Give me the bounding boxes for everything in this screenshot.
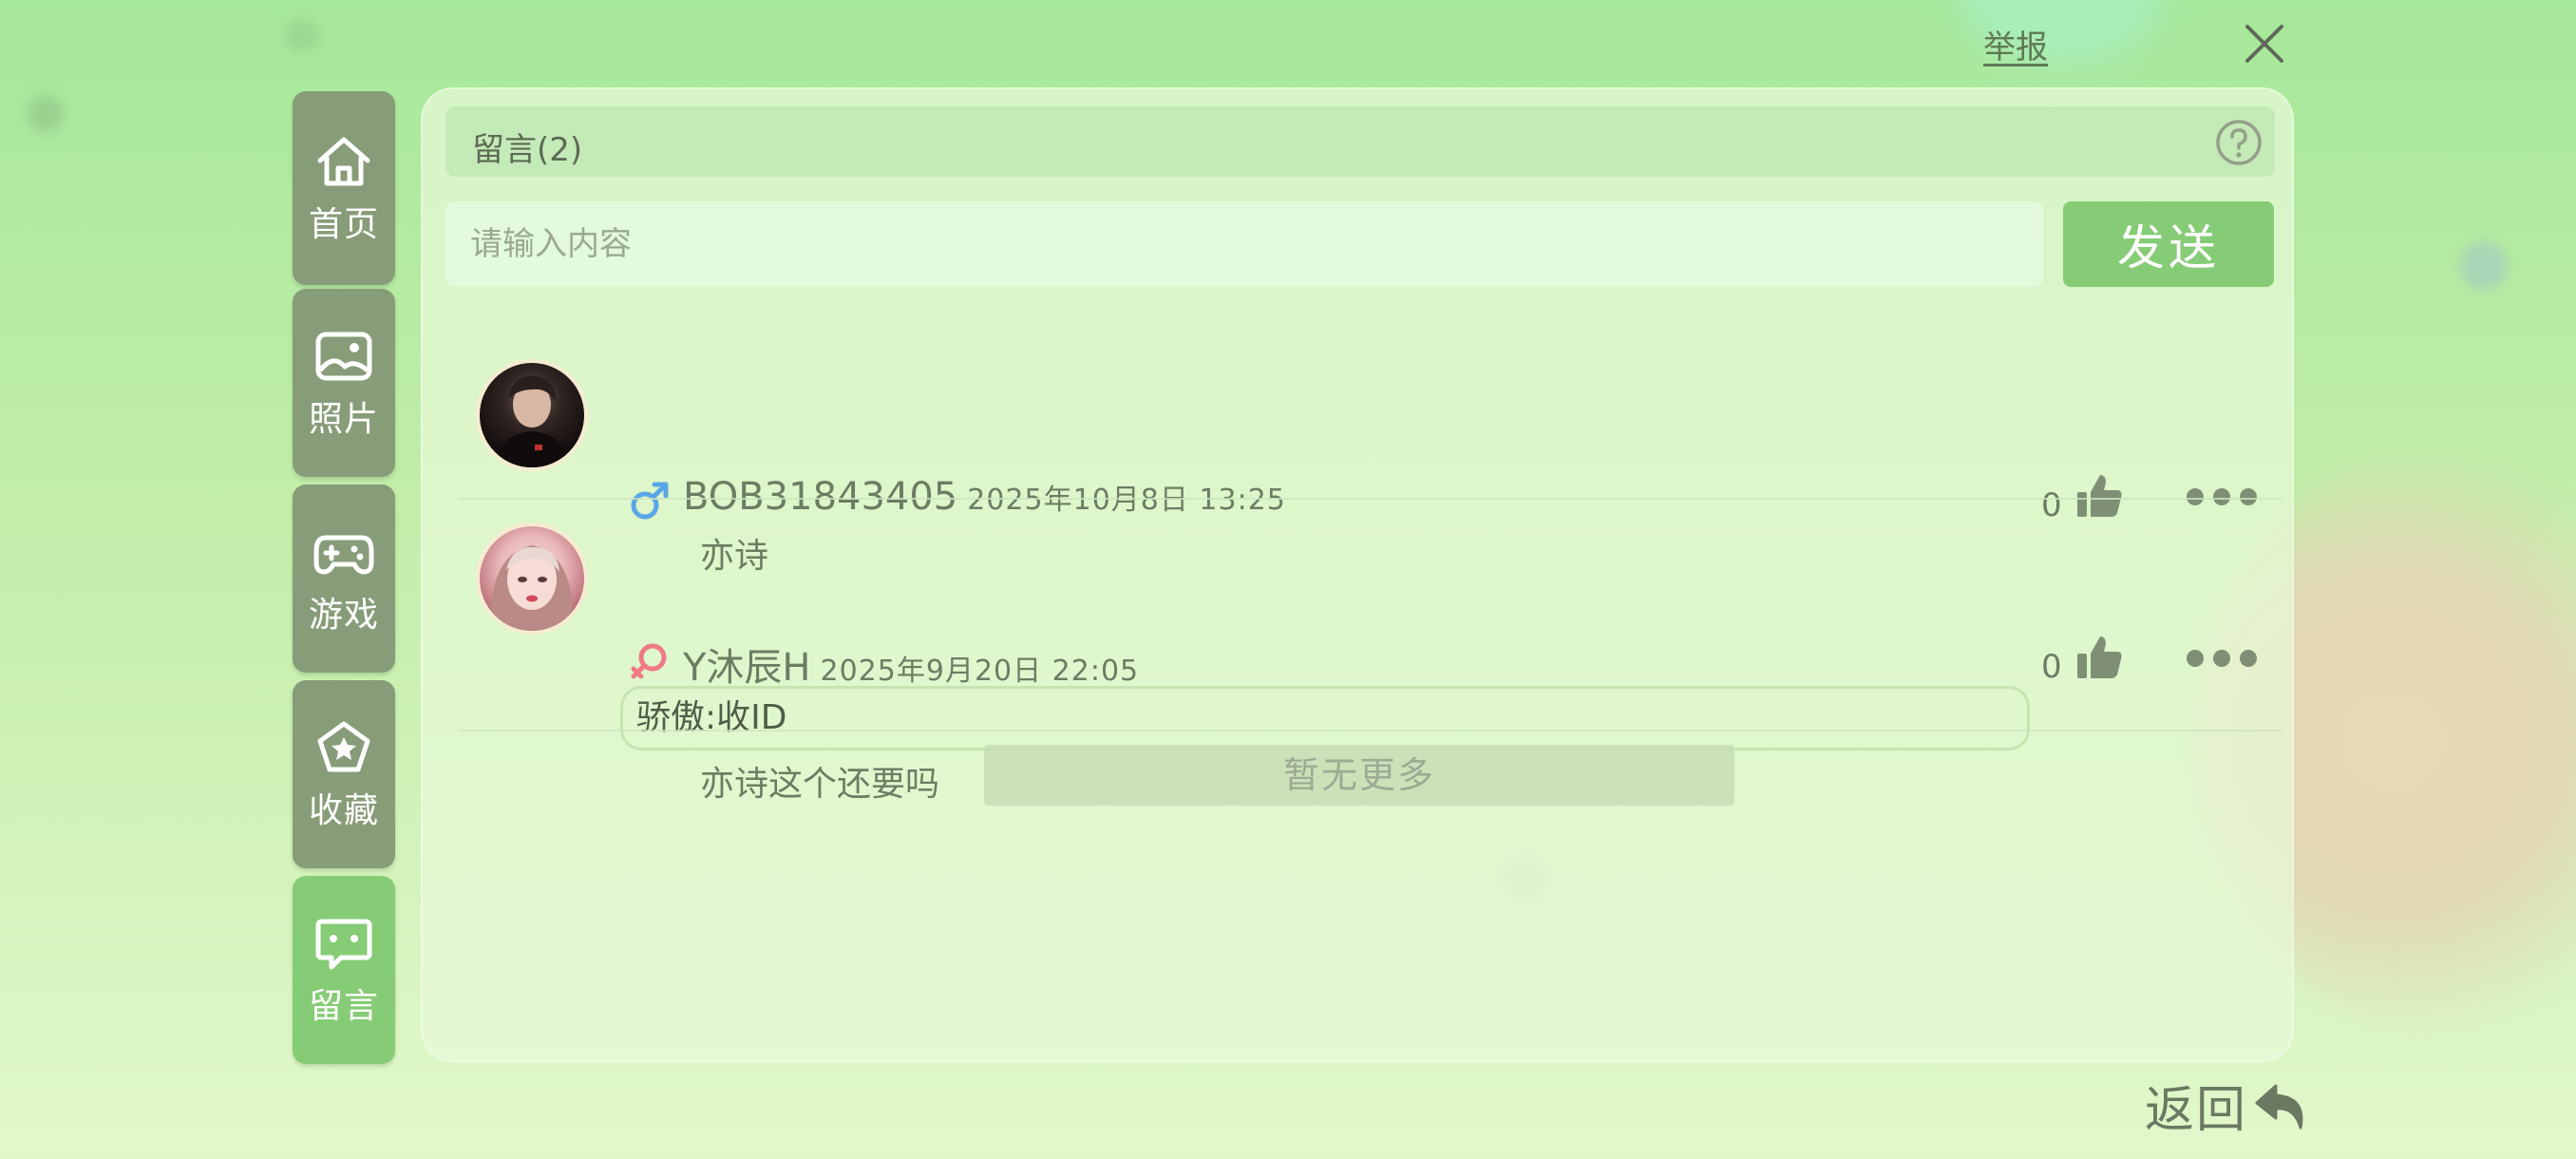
sidebar-item-photos[interactable]: 照片 xyxy=(293,289,395,477)
panel-header: 留言(2) xyxy=(445,106,2275,177)
thumbs-up-icon[interactable] xyxy=(2072,631,2125,684)
sidebar-item-label: 游戏 xyxy=(308,596,379,635)
comment-username[interactable]: BOB31843405 2025年10月8日 13:25 xyxy=(683,475,1286,519)
sidebar-item-messages[interactable]: 留言 xyxy=(293,876,395,1064)
avatar[interactable] xyxy=(476,359,588,471)
avatar-image xyxy=(490,545,574,631)
background-bokeh xyxy=(285,19,319,53)
close-icon[interactable] xyxy=(2240,19,2289,68)
back-label: 返回 xyxy=(2145,1082,2248,1139)
like-count: 0 xyxy=(2041,486,2062,524)
username-text: BOB31843405 xyxy=(683,475,958,519)
more-icon[interactable] xyxy=(2184,486,2260,507)
message-icon xyxy=(315,919,372,970)
panel-title: 留言(2) xyxy=(472,131,583,169)
no-more-label: 暂无更多 xyxy=(984,745,1734,806)
sidebar-item-label: 收藏 xyxy=(308,791,379,830)
username-text: Y沐辰H xyxy=(683,646,811,690)
avatar-image xyxy=(495,375,569,467)
comment-body: 亦诗这个还要吗 xyxy=(700,765,940,804)
like-count: 0 xyxy=(2041,648,2062,686)
background-bokeh xyxy=(27,95,65,133)
help-icon[interactable] xyxy=(2214,118,2263,167)
divider xyxy=(459,498,2282,500)
thumbs-up-icon[interactable] xyxy=(2072,469,2125,522)
message-panel: 留言(2) 发送 BOB318434052025年10月8日 13:25 亦诗 … xyxy=(421,87,2294,1062)
avatar[interactable] xyxy=(476,522,588,635)
star-icon xyxy=(317,721,370,772)
message-input[interactable] xyxy=(445,201,2043,287)
sidebar-item-label: 留言 xyxy=(308,987,379,1026)
comment-time: 2025年9月20日 22:05 xyxy=(820,655,1140,688)
more-icon[interactable] xyxy=(2184,648,2260,669)
comment-username[interactable]: Y沐辰H 2025年9月20日 22:05 xyxy=(683,636,1139,692)
sidebar-item-label: 首页 xyxy=(308,205,379,244)
sidebar-item-home[interactable]: 首页 xyxy=(293,91,395,285)
female-icon xyxy=(631,643,667,679)
gamepad-icon xyxy=(313,535,374,575)
return-arrow-icon xyxy=(2255,1084,2303,1129)
sidebar-item-label: 照片 xyxy=(308,400,379,439)
sidebar-item-favorites[interactable]: 收藏 xyxy=(293,680,395,868)
back-button[interactable]: 返回 xyxy=(2145,1070,2314,1141)
report-link[interactable]: 举报 xyxy=(1983,21,2048,67)
divider xyxy=(459,730,2282,732)
sidebar-item-games[interactable]: 游戏 xyxy=(293,484,395,673)
background-bokeh xyxy=(2460,242,2508,290)
male-icon xyxy=(631,482,669,520)
home-icon xyxy=(317,137,370,186)
image-icon xyxy=(315,332,372,381)
comment-time: 2025年10月8日 13:25 xyxy=(967,484,1286,517)
send-button[interactable]: 发送 xyxy=(2063,201,2274,287)
quoted-reply: 骄傲:收ID xyxy=(620,686,2030,750)
